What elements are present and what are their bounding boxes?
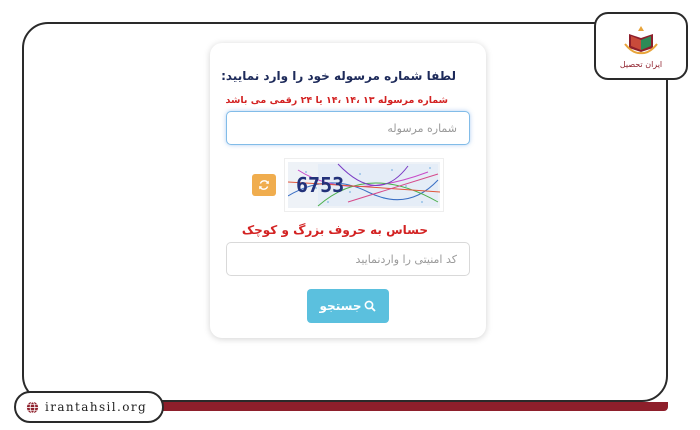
tracking-number-input[interactable] xyxy=(226,111,470,145)
security-code-input[interactable] xyxy=(226,242,470,276)
tracking-number-hint: شماره مرسوله ۱۳ ،۱۴ ،۱۴ یا ۲۴ رقمی می با… xyxy=(225,95,448,106)
search-icon xyxy=(365,300,377,312)
site-url: irantahsil.org xyxy=(45,400,148,414)
form-title: لطفا شماره مرسوله خود را وارد نمایید: xyxy=(221,69,456,83)
search-button-label: جستجو xyxy=(319,299,362,313)
search-button[interactable]: جستجو xyxy=(307,289,389,323)
captcha-text: 6753 xyxy=(296,173,344,197)
logo-text: ایران تحصیل xyxy=(619,59,663,69)
bottom-accent-band xyxy=(160,402,668,411)
site-url-badge[interactable]: irantahsil.org xyxy=(14,391,164,423)
case-sensitive-note: حساس به حروف بزرگ و کوچک xyxy=(241,223,428,237)
captcha-image: 6753 xyxy=(284,158,444,212)
globe-icon xyxy=(26,401,39,413)
tracking-form-card: لطفا شماره مرسوله خود را وارد نمایید: شم… xyxy=(210,43,486,338)
brand-logo[interactable]: ایران تحصیل xyxy=(594,12,688,80)
captcha-refresh-button[interactable] xyxy=(252,174,276,196)
refresh-icon xyxy=(259,180,269,190)
book-logo-icon xyxy=(624,25,658,54)
